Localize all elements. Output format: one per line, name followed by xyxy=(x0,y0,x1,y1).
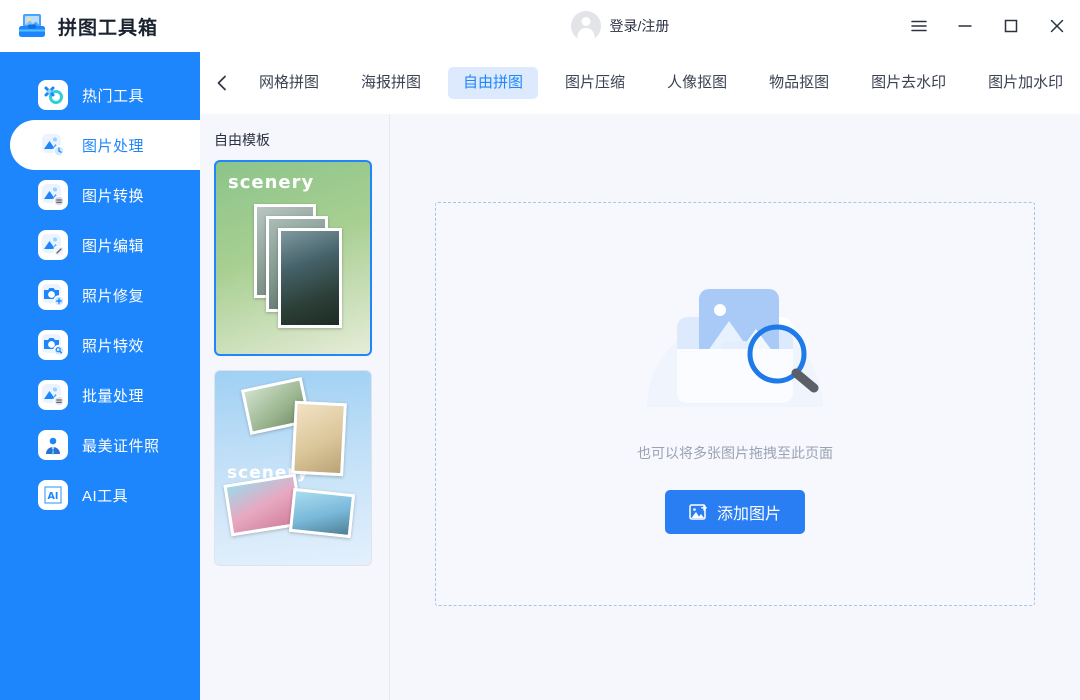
sidebar-item-label: 图片编辑 xyxy=(82,235,144,256)
template-card-scenery-stacked[interactable]: scenery xyxy=(214,160,372,356)
svg-text:AI: AI xyxy=(48,491,59,502)
sidebar-item-hot-tools[interactable]: 热门工具 xyxy=(0,70,200,120)
title-bar: 拼图工具箱 登录/注册 xyxy=(0,0,1080,52)
template-photo xyxy=(291,401,347,477)
sidebar-item-image-edit[interactable]: 图片编辑 xyxy=(0,220,200,270)
image-process-icon xyxy=(38,130,68,160)
tab-bar: 网格拼图 海报拼图 自由拼图 图片压缩 人像抠图 物品抠图 图片去水印 图片加水… xyxy=(200,52,1080,114)
photo-effect-icon xyxy=(38,330,68,360)
image-search-illustration xyxy=(625,257,845,422)
account-label: 登录/注册 xyxy=(610,16,670,36)
tab-grid-collage[interactable]: 网格拼图 xyxy=(244,67,334,99)
tab-remove-watermark[interactable]: 图片去水印 xyxy=(856,67,961,99)
main-content: 也可以将多张图片拖拽至此页面 添加图片 xyxy=(390,114,1080,700)
template-card-scenery-scattered[interactable]: scenery xyxy=(214,370,372,566)
template-caption: scenery xyxy=(228,172,314,193)
sidebar-item-label: 最美证件照 xyxy=(82,435,160,456)
tab-list: 网格拼图 海报拼图 自由拼图 图片压缩 人像抠图 物品抠图 图片去水印 图片加水… xyxy=(244,52,1080,114)
hamburger-menu-icon[interactable] xyxy=(896,0,942,52)
sidebar-item-image-convert[interactable]: 图片转换 xyxy=(0,170,200,220)
sidebar-item-label: 照片修复 xyxy=(82,285,144,306)
sidebar-item-label: 热门工具 xyxy=(82,85,144,106)
app-window: 拼图工具箱 登录/注册 xyxy=(0,0,1080,700)
window-controls xyxy=(896,0,1080,52)
template-photo xyxy=(289,488,355,538)
image-convert-icon xyxy=(38,180,68,210)
tab-add-watermark[interactable]: 图片加水印 xyxy=(973,67,1078,99)
sidebar-item-photo-effect[interactable]: 照片特效 xyxy=(0,320,200,370)
sidebar: 热门工具 图片处理 xyxy=(0,52,200,700)
add-image-button[interactable]: 添加图片 xyxy=(665,490,805,534)
sidebar-item-image-process[interactable]: 图片处理 xyxy=(0,120,200,170)
sidebar-item-id-photo[interactable]: 最美证件照 xyxy=(0,420,200,470)
ai-tools-icon: AI xyxy=(38,480,68,510)
sidebar-item-label: AI工具 xyxy=(82,485,128,506)
user-avatar-icon xyxy=(571,11,601,41)
drop-hint-text: 也可以将多张图片拖拽至此页面 xyxy=(436,443,1034,463)
minimize-icon[interactable] xyxy=(942,0,988,52)
template-panel: 自由模板 scenery scenery xyxy=(200,114,390,700)
app-title: 拼图工具箱 xyxy=(58,13,158,40)
image-edit-icon xyxy=(38,230,68,260)
chevron-left-icon[interactable] xyxy=(200,52,244,114)
tab-poster-collage[interactable]: 海报拼图 xyxy=(346,67,436,99)
sidebar-item-label: 图片转换 xyxy=(82,185,144,206)
sidebar-item-photo-repair[interactable]: 照片修复 xyxy=(0,270,200,320)
tab-object-cutout[interactable]: 物品抠图 xyxy=(754,67,844,99)
app-logo: 拼图工具箱 xyxy=(0,0,200,52)
id-photo-icon xyxy=(38,430,68,460)
close-icon[interactable] xyxy=(1034,0,1080,52)
sidebar-item-label: 批量处理 xyxy=(82,385,144,406)
image-drop-zone[interactable]: 也可以将多张图片拖拽至此页面 添加图片 xyxy=(435,202,1035,606)
tab-portrait-cutout[interactable]: 人像抠图 xyxy=(652,67,742,99)
toolbox-icon xyxy=(16,11,48,41)
account-login-button[interactable]: 登录/注册 xyxy=(571,11,670,41)
template-panel-title: 自由模板 xyxy=(214,130,389,150)
add-image-button-label: 添加图片 xyxy=(717,500,781,524)
template-photo xyxy=(278,228,342,328)
sidebar-item-label: 图片处理 xyxy=(82,135,144,156)
photo-repair-icon xyxy=(38,280,68,310)
maximize-icon[interactable] xyxy=(988,0,1034,52)
batch-process-icon xyxy=(38,380,68,410)
tab-free-collage[interactable]: 自由拼图 xyxy=(448,67,538,99)
tab-image-compress[interactable]: 图片压缩 xyxy=(550,67,640,99)
image-plus-icon xyxy=(689,503,708,522)
sidebar-item-ai-tools[interactable]: AI AI工具 xyxy=(0,470,200,520)
sidebar-item-batch-process[interactable]: 批量处理 xyxy=(0,370,200,420)
hot-tools-icon xyxy=(38,80,68,110)
sidebar-item-label: 照片特效 xyxy=(82,335,144,356)
